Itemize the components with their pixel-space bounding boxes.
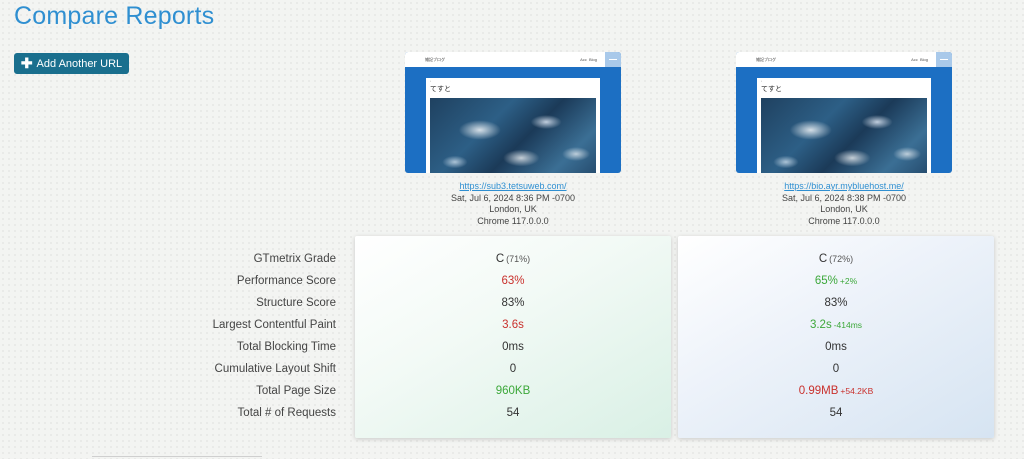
report-2-date: Sat, Jul 6, 2024 8:38 PM -0700 <box>781 192 907 203</box>
report-1-screenshot[interactable]: 雑記ブログ Acc Blog • てすと <box>405 52 621 173</box>
report-1-structure: 83% <box>501 297 525 309</box>
report-1-performance: 63% <box>501 275 525 287</box>
report-2-scores: C (72%) 65% +2% 83% 3.2s -414ms 0ms 0 0.99M… <box>678 236 994 438</box>
thumb-post-card: • てすと <box>426 78 600 173</box>
thumb-header: 雑記ブログ Acc Blog <box>736 52 936 67</box>
thumb-dot: • <box>761 79 763 83</box>
plus-icon: ✚ <box>20 55 33 71</box>
report-1-cls: 0 <box>509 363 517 375</box>
thumb-nav: Acc Blog <box>580 57 597 62</box>
report-1-date: Sat, Jul 6, 2024 8:36 PM -0700 <box>450 192 576 203</box>
report-1-meta: https://sub3.tetsuweb.com/ Sat, Jul 6, 2… <box>405 181 621 227</box>
thumb-post-title: てすと <box>761 86 782 93</box>
report-2-grade: C (72%) <box>818 253 854 265</box>
report-1-tbt: 0ms <box>502 341 524 353</box>
metric-label-tbt: Total Blocking Time <box>236 341 336 353</box>
report-1-browser: Chrome 117.0.0.0 <box>477 215 549 226</box>
report-2-lcp: 3.2s -414ms <box>809 319 863 331</box>
report-1-url-link[interactable]: https://sub3.tetsuweb.com/ <box>459 181 566 191</box>
lcp-delta: -414ms <box>833 320 863 330</box>
report-2-screenshot[interactable]: 雑記ブログ Acc Blog • てすと <box>736 52 952 173</box>
thumb-ocean-image <box>761 98 927 173</box>
report-1-lcp: 3.6s <box>502 319 524 331</box>
report-2-url-link[interactable]: https://bio.ayr.mybluehost.me/ <box>784 181 904 191</box>
thumb-post-title: てすと <box>430 86 451 93</box>
thumb-ocean-image <box>430 98 596 173</box>
thumb-nav: Acc Blog <box>911 57 928 62</box>
metric-labels: GTmetrix Grade Performance Score Structu… <box>190 248 336 424</box>
report-2-page-size: 0.99MB +54.2KB <box>798 385 874 397</box>
report-1-page-size: 960KB <box>495 385 531 397</box>
report-1-location: London, UK <box>489 204 537 214</box>
metric-label-requests: Total # of Requests <box>237 407 336 419</box>
thumb-site-name: 雑記ブログ <box>425 56 445 62</box>
metric-label-cls: Cumulative Layout Shift <box>214 363 336 375</box>
report-2-meta: https://bio.ayr.mybluehost.me/ Sat, Jul … <box>736 181 952 227</box>
thumb-post-card: • てすと <box>757 78 931 173</box>
metric-label-lcp: Largest Contentful Paint <box>212 319 336 331</box>
thumb-site-name: 雑記ブログ <box>756 56 776 62</box>
metric-label-page-size: Total Page Size <box>256 385 336 397</box>
performance-delta: +2% <box>839 276 858 286</box>
report-2-tbt: 0ms <box>825 341 847 353</box>
report-column-2: 雑記ブログ Acc Blog • てすと https://bio.ayr.myb… <box>736 52 952 227</box>
metric-label-grade: GTmetrix Grade <box>253 253 336 265</box>
report-2-location: London, UK <box>820 204 868 214</box>
thumb-dot: • <box>430 79 432 83</box>
page-title: Compare Reports <box>14 2 215 30</box>
report-2-structure: 83% <box>824 297 848 309</box>
report-1-grade: C (71%) <box>495 253 531 265</box>
report-2-requests: 54 <box>829 407 843 419</box>
report-column-1: 雑記ブログ Acc Blog • てすと https://sub3.tetsuw… <box>405 52 621 227</box>
metric-label-performance: Performance Score <box>236 275 336 287</box>
thumb-header: 雑記ブログ Acc Blog <box>405 52 605 67</box>
thumb-collapse-icon <box>605 52 621 67</box>
report-2-cls: 0 <box>832 363 840 375</box>
metric-label-structure: Structure Score <box>256 297 336 309</box>
report-1-scores: C (71%) 63% 83% 3.6s 0ms 0 960KB 54 <box>355 236 671 438</box>
add-another-url-button[interactable]: ✚ Add Another URL <box>14 53 129 74</box>
report-2-browser: Chrome 117.0.0.0 <box>808 215 880 226</box>
divider <box>92 456 262 457</box>
page-size-delta: +54.2KB <box>840 386 874 396</box>
report-1-requests: 54 <box>506 407 520 419</box>
thumb-collapse-icon <box>936 52 952 67</box>
add-another-url-label: Add Another URL <box>36 57 123 70</box>
report-2-performance: 65% +2% <box>814 275 858 287</box>
